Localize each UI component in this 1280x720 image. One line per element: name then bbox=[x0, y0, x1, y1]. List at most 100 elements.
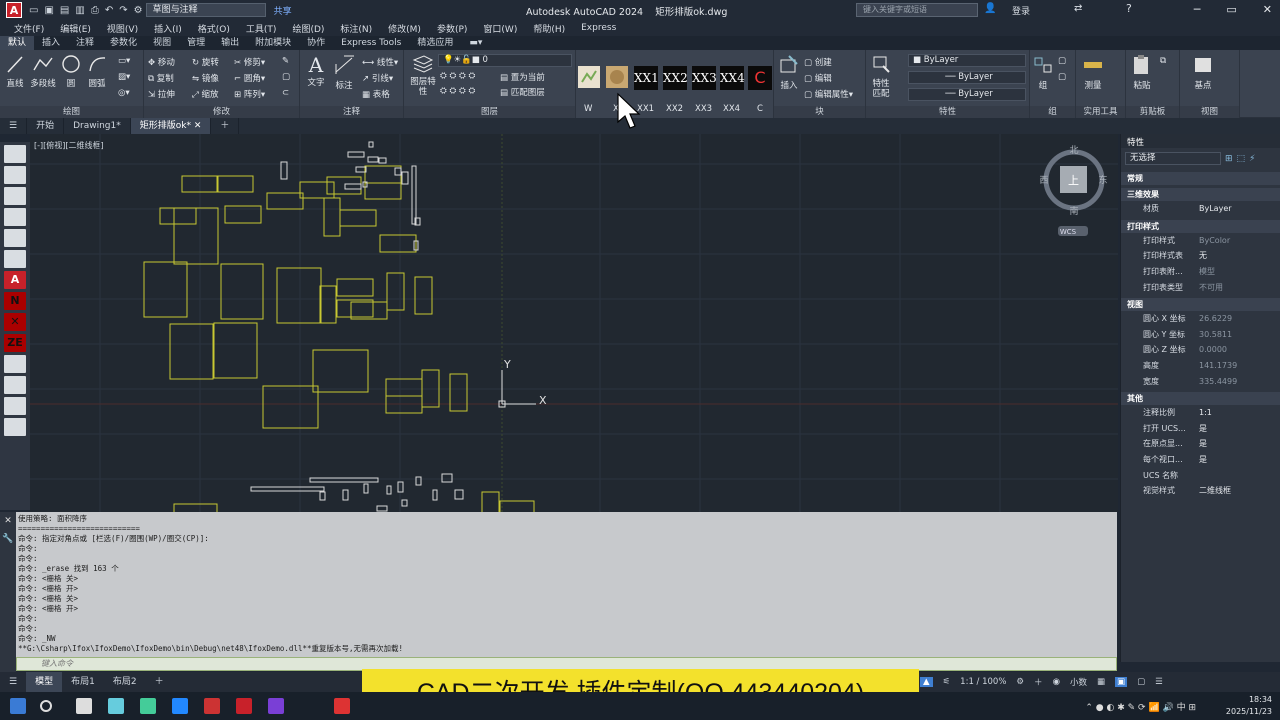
plugin-xx1-icon[interactable]: XX1 bbox=[634, 66, 659, 90]
edit-attribute-button[interactable]: ▢ 编辑属性▾ bbox=[804, 88, 853, 100]
tool-print-icon[interactable] bbox=[4, 208, 26, 226]
edit-block-button[interactable]: ▢ 编辑 bbox=[804, 72, 832, 84]
compass-north[interactable]: 北 bbox=[1069, 145, 1078, 156]
compass-east[interactable]: 东 bbox=[1098, 174, 1107, 186]
group-edit-icon[interactable]: ▢ bbox=[1058, 72, 1066, 82]
tool-ze-icon[interactable]: ZE bbox=[4, 334, 26, 352]
tab-addins[interactable]: 附加模块 bbox=[247, 36, 299, 50]
open-icon[interactable]: ▣ bbox=[44, 5, 53, 16]
white-rectangles[interactable] bbox=[250, 141, 464, 512]
tool-match-icon[interactable] bbox=[4, 418, 26, 436]
doc-tab-current[interactable]: 矩形排版ok* ✕ bbox=[130, 118, 212, 134]
new-icon[interactable]: ▭ bbox=[29, 5, 38, 16]
app-vs-icon[interactable] bbox=[172, 698, 188, 714]
tab-close-icon[interactable]: ✕ bbox=[194, 121, 202, 131]
close-icon[interactable]: ✕ bbox=[1263, 3, 1272, 16]
wcs-menu[interactable]: WCS bbox=[1060, 228, 1077, 236]
tool-autocad-icon[interactable]: A bbox=[4, 271, 26, 289]
tab-collaborate[interactable]: 协作 bbox=[299, 36, 333, 50]
saveas-icon[interactable]: ▥ bbox=[75, 5, 84, 16]
plugin-w-icon[interactable] bbox=[578, 66, 600, 88]
app-viewer-icon[interactable] bbox=[204, 698, 220, 714]
scale-button[interactable]: ⤢ 缩放 bbox=[192, 88, 219, 100]
section-misc[interactable]: 其他 bbox=[1121, 391, 1280, 405]
cart-icon[interactable]: ⇄ bbox=[1074, 3, 1082, 14]
hatch-icon[interactable]: ▨▾ bbox=[118, 72, 130, 82]
rotate-button[interactable]: ↻ 旋转 bbox=[192, 56, 219, 68]
tab-view[interactable]: 视图 bbox=[145, 36, 179, 50]
arc-button[interactable]: 圆弧 bbox=[86, 54, 108, 89]
taskview-icon[interactable] bbox=[76, 698, 92, 714]
autocad-logo-icon[interactable]: A bbox=[6, 2, 22, 18]
close-command-icon[interactable]: ✕ bbox=[0, 516, 16, 526]
drawing-viewport[interactable]: [-][俯视][二维线框] Y X 上 北 南 东 西 WCS bbox=[30, 134, 1118, 512]
menu-modify[interactable]: 修改(M) bbox=[388, 22, 421, 35]
insert-block-button[interactable]: 插入 bbox=[778, 54, 800, 91]
new-tab-icon[interactable]: ＋ bbox=[211, 118, 240, 134]
visibility-icon[interactable]: ⚟ bbox=[943, 677, 951, 687]
line-button[interactable]: 直线 bbox=[4, 54, 26, 89]
workspace-gear-icon[interactable]: ⚙ bbox=[1016, 677, 1024, 687]
share-button[interactable]: 共享 bbox=[274, 4, 292, 17]
doc-tab-drawing1[interactable]: Drawing1* bbox=[64, 118, 131, 134]
leader-button[interactable]: ↗ 引线▾ bbox=[362, 72, 393, 84]
menu-dimension[interactable]: 标注(N) bbox=[340, 22, 372, 35]
section-plot-style[interactable]: 打印样式 bbox=[1121, 219, 1280, 233]
save-icon[interactable]: ▤ bbox=[60, 5, 69, 16]
array-button[interactable]: ⊞ 阵列▾ bbox=[234, 88, 265, 100]
tab-annotate[interactable]: 注释 bbox=[68, 36, 102, 50]
menu-help[interactable]: 帮助(H) bbox=[533, 22, 565, 35]
tool-preview-icon[interactable] bbox=[4, 229, 26, 247]
set-current-button[interactable]: ▤ 置为当前 bbox=[500, 71, 545, 83]
fillet-button[interactable]: ⌐ 圆角▾ bbox=[234, 72, 265, 84]
selection-select[interactable]: 无选择 bbox=[1125, 152, 1221, 165]
prop-row[interactable]: 注释比例 1:1 bbox=[1121, 405, 1280, 421]
tabs-menu-icon[interactable]: ☰ bbox=[0, 118, 28, 134]
drawing-canvas[interactable]: Y X 上 北 南 东 西 WCS bbox=[30, 134, 1118, 512]
layer-properties-button[interactable]: 图层特性 bbox=[408, 54, 438, 97]
tool-paste-icon[interactable] bbox=[4, 397, 26, 415]
menu-insert[interactable]: 插入(I) bbox=[154, 22, 182, 35]
app-files-icon[interactable] bbox=[108, 698, 124, 714]
prop-row[interactable]: 每个视口... 是 bbox=[1121, 452, 1280, 468]
menu-express[interactable]: Express bbox=[581, 23, 616, 33]
ime-indicator[interactable]: 中 bbox=[1177, 703, 1186, 713]
search-taskbar-icon[interactable] bbox=[40, 700, 52, 712]
lineweight-select[interactable]: ── ByLayer bbox=[908, 88, 1026, 101]
plugin-xx2-icon[interactable]: XX2 bbox=[663, 66, 688, 90]
erase-icon[interactable]: ✎ bbox=[282, 56, 289, 66]
plugin-x-icon[interactable] bbox=[606, 66, 628, 88]
paste-button[interactable]: 粘贴 bbox=[1130, 54, 1154, 91]
select-objects-icon[interactable]: ⬚ bbox=[1237, 154, 1246, 164]
user-icon[interactable]: 👤 bbox=[984, 3, 996, 14]
plugin-xx4-icon[interactable]: XX4 bbox=[720, 66, 745, 90]
restore-icon[interactable]: ▭ bbox=[1226, 3, 1236, 16]
tool-x-icon[interactable]: ✕ bbox=[4, 313, 26, 331]
layer-tools-row1[interactable]: ⛭ ⛭ ⛭ ⛭ bbox=[440, 71, 475, 81]
tool-cut-icon[interactable] bbox=[4, 355, 26, 373]
trim-button[interactable]: ✂ 修剪▾ bbox=[234, 56, 265, 68]
polyline-button[interactable]: 多段线 bbox=[28, 54, 58, 89]
prop-row[interactable]: 打开 UCS... 是 bbox=[1121, 421, 1280, 437]
graphics-icon[interactable]: ▣ bbox=[1115, 677, 1128, 687]
tab-insert[interactable]: 插入 bbox=[34, 36, 68, 50]
tray-icons[interactable]: ⌃ ● ◐ ✱ ✎ ⟳ 📶 🔊 中 ⊞ bbox=[1085, 700, 1196, 713]
rectangle-icon[interactable]: ▭▾ bbox=[118, 56, 130, 66]
copy-clip-icon[interactable]: ⧉ bbox=[1160, 56, 1166, 66]
basepoint-button[interactable]: 基点 bbox=[1190, 54, 1216, 91]
annotation-scale[interactable]: 1:1 / 100% bbox=[960, 677, 1006, 687]
linear-button[interactable]: ⟷ 线性▾ bbox=[362, 56, 398, 68]
search-input[interactable]: 键入关键字或短语 bbox=[856, 3, 978, 17]
tool-copy-icon[interactable] bbox=[4, 376, 26, 394]
toggle-pickadd-icon[interactable]: ⊞ bbox=[1225, 154, 1233, 164]
section-view[interactable]: 视图 bbox=[1121, 297, 1280, 311]
plus-icon[interactable]: ＋ bbox=[1034, 676, 1043, 688]
prop-row[interactable]: 视觉样式 二维线框 bbox=[1121, 483, 1280, 499]
section-3d-effects[interactable]: 三维效果 bbox=[1121, 188, 1280, 201]
tab-output[interactable]: 输出 bbox=[213, 36, 247, 50]
compass-south[interactable]: 南 bbox=[1069, 205, 1078, 217]
tab-manage[interactable]: 管理 bbox=[179, 36, 213, 50]
offset-icon[interactable]: ⊂ bbox=[282, 88, 289, 98]
stretch-button[interactable]: ⇲ 拉伸 bbox=[148, 88, 175, 100]
ribbon-toggle-icon[interactable]: ▬▾ bbox=[461, 36, 490, 50]
